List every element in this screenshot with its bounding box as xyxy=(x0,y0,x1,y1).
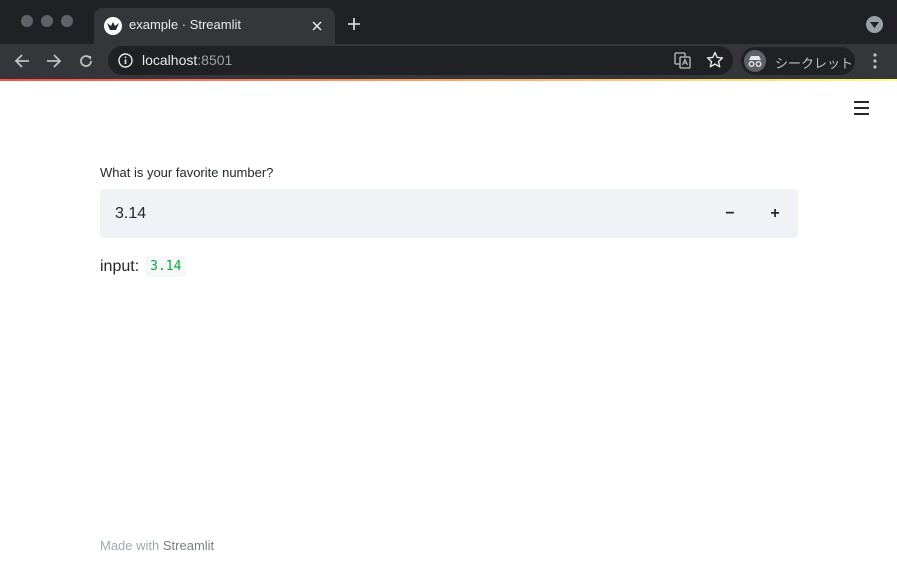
number-input-label: What is your favorite number? xyxy=(100,165,274,180)
output-code: 3.14 xyxy=(145,256,187,277)
decrement-button[interactable]: − xyxy=(714,198,746,230)
site-info-icon[interactable] xyxy=(118,53,133,68)
browser-tab-bar: example · Streamlit xyxy=(0,0,897,44)
output-prefix: input: xyxy=(100,257,140,275)
hamburger-menu-icon[interactable] xyxy=(850,98,872,118)
back-arrow-icon[interactable] xyxy=(10,49,34,73)
url-text: localhost:8501 xyxy=(142,52,232,68)
url-port: :8501 xyxy=(197,52,233,68)
window-close-dot[interactable] xyxy=(21,15,33,27)
window-zoom-dot[interactable] xyxy=(61,15,73,27)
output-text: input: 3.14 xyxy=(100,256,187,277)
header-decoration-bar xyxy=(0,79,897,81)
tab-title: example · Streamlit xyxy=(129,17,241,32)
footer-text: Made with xyxy=(100,538,163,553)
incognito-label: シークレット xyxy=(775,56,854,71)
number-input: − + xyxy=(100,189,798,238)
bookmark-star-icon[interactable] xyxy=(706,51,724,69)
streamlit-favicon-icon xyxy=(104,17,122,35)
browser-toolbar: localhost:8501 シークレット xyxy=(0,44,897,79)
translate-icon[interactable] xyxy=(674,52,691,69)
increment-button[interactable]: + xyxy=(759,198,791,230)
forward-arrow-icon[interactable] xyxy=(42,49,66,73)
number-field[interactable] xyxy=(100,189,700,238)
incognito-icon xyxy=(744,50,766,72)
footer: Made with Streamlit xyxy=(100,538,214,553)
incognito-profile-button[interactable]: シークレット xyxy=(741,47,855,75)
tab-close-icon[interactable] xyxy=(307,16,327,36)
footer-streamlit-link[interactable]: Streamlit xyxy=(163,538,214,553)
new-tab-icon[interactable] xyxy=(343,13,365,35)
window-minimize-dot[interactable] xyxy=(41,15,53,27)
browser-menu-icon[interactable] xyxy=(866,51,884,71)
reload-icon[interactable] xyxy=(74,49,98,73)
browser-tab[interactable]: example · Streamlit xyxy=(94,8,335,44)
tab-search-icon[interactable] xyxy=(866,16,883,33)
address-bar[interactable]: localhost:8501 xyxy=(108,46,733,75)
url-host: localhost xyxy=(142,52,198,68)
